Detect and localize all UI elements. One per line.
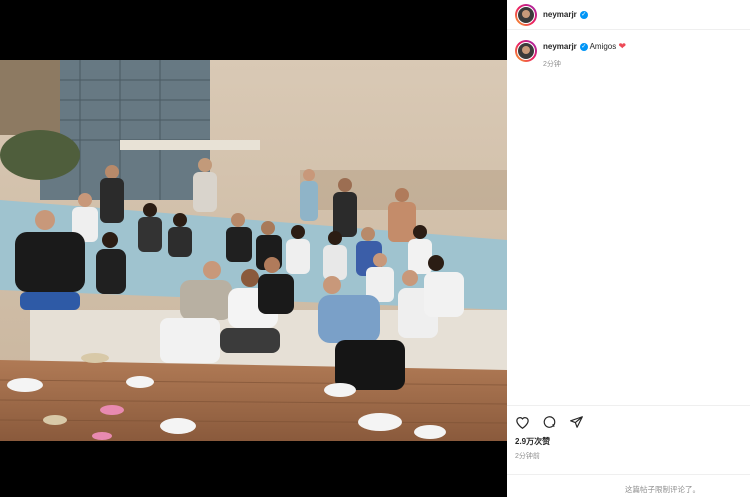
header-username[interactable]: neymarjr xyxy=(543,10,577,19)
comment-icon[interactable] xyxy=(542,415,557,429)
media-pane xyxy=(0,0,507,497)
caption-username[interactable]: neymarjr xyxy=(543,42,577,51)
caption-avatar[interactable] xyxy=(515,40,537,62)
post-side-panel: neymarjr ✓ neymarjr ✓ Amigos ❤ 2分钟 2.9万次赞 xyxy=(507,0,750,497)
verified-badge-icon: ✓ xyxy=(579,10,588,19)
heart-icon[interactable] xyxy=(515,415,530,429)
avatar[interactable] xyxy=(515,3,537,26)
post-photo[interactable] xyxy=(0,60,507,441)
caption-time: 2分钟 xyxy=(543,61,561,68)
caption-text: Amigos xyxy=(589,42,617,51)
post-caption: neymarjr ✓ Amigos ❤ 2分钟 xyxy=(507,30,750,71)
red-heart-icon: ❤ xyxy=(618,41,627,51)
post-header: neymarjr ✓ xyxy=(507,0,750,30)
post-actions: 2.9万次赞 2分钟前 xyxy=(507,405,750,461)
likes-count[interactable]: 2.9万次赞 xyxy=(515,436,742,447)
share-icon[interactable] xyxy=(569,415,584,429)
verified-badge-icon: ✓ xyxy=(579,42,588,51)
caption-body: neymarjr ✓ Amigos ❤ 2分钟 xyxy=(543,40,626,71)
post-time: 2分钟前 xyxy=(515,453,540,460)
comments-disabled-notice: 这篇帖子限制评论了。 xyxy=(507,474,750,497)
